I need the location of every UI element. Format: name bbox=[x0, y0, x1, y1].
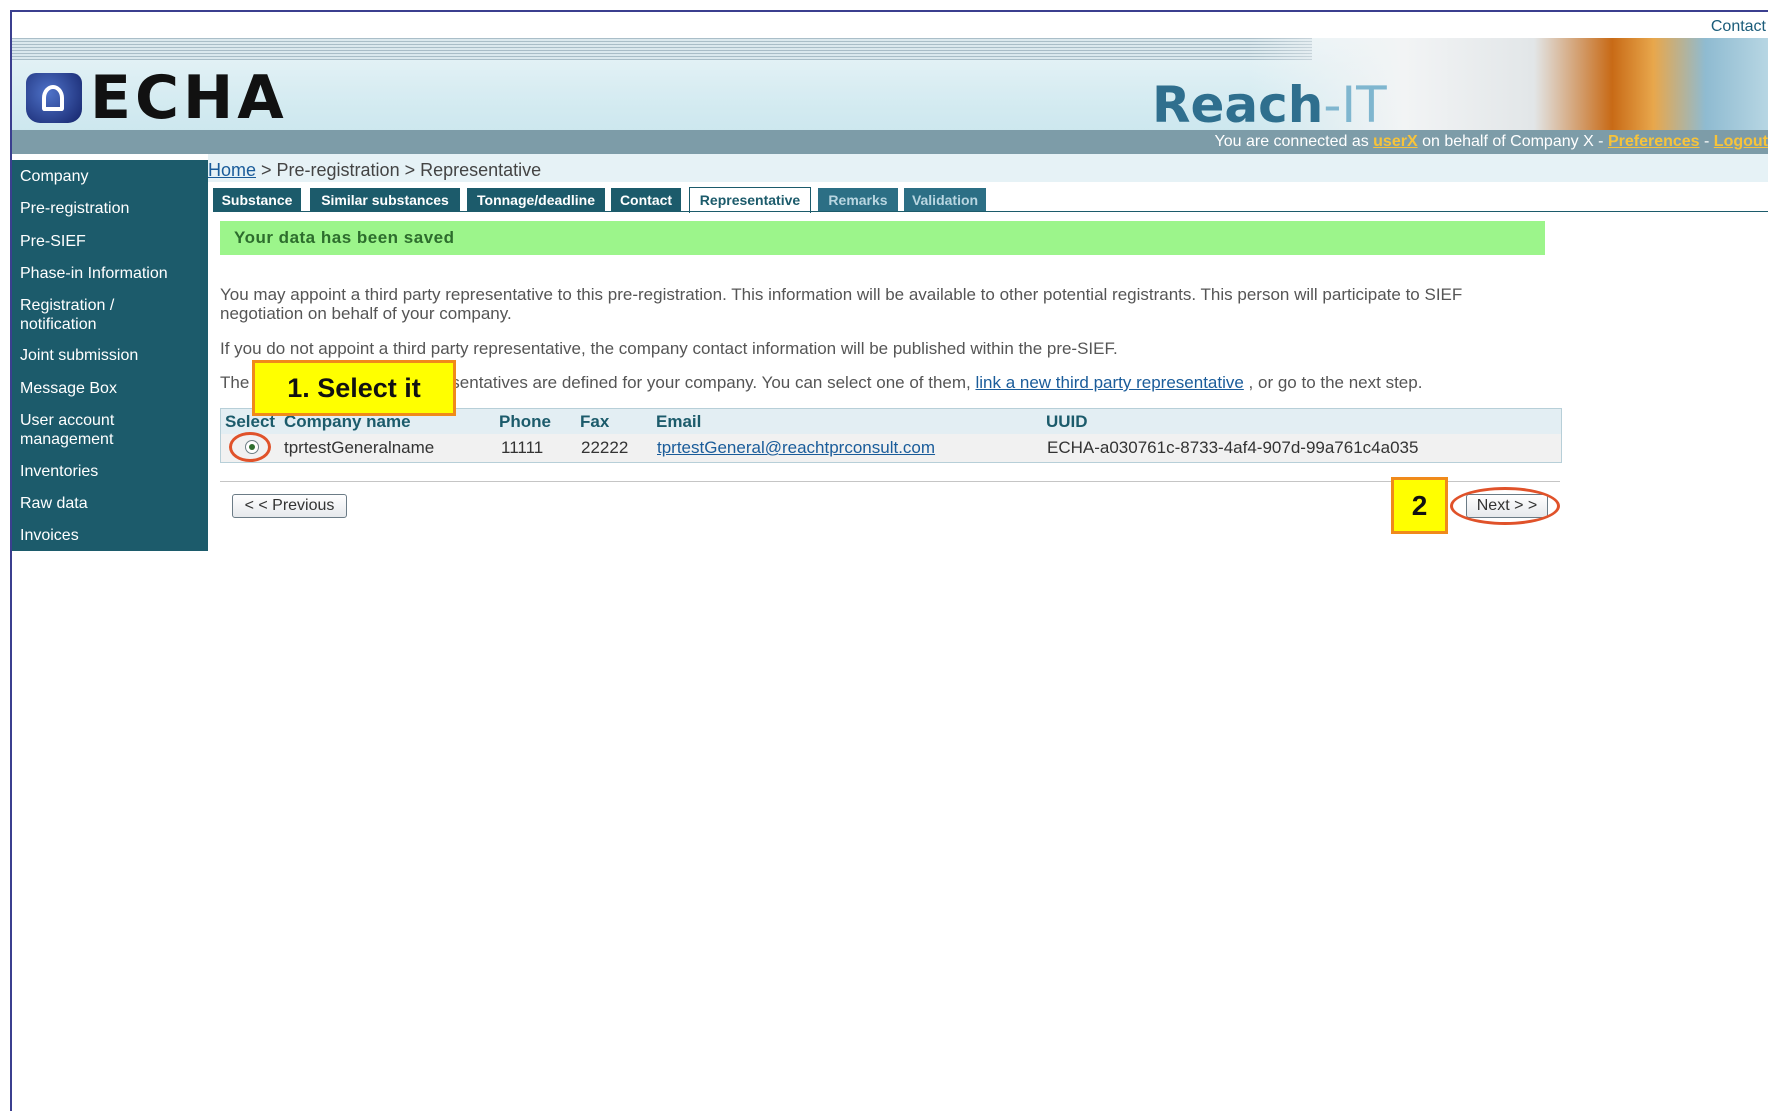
sidebar-item-user-account-management[interactable]: User account management bbox=[16, 411, 118, 449]
echa-logo-text: ECHA bbox=[90, 63, 288, 133]
info-paragraph-2: If you do not appoint a third party repr… bbox=[220, 339, 1118, 358]
echa-logo-icon bbox=[26, 73, 82, 123]
breadcrumb-path: > Pre-registration > Representative bbox=[256, 160, 542, 180]
tab-substance[interactable]: Substance bbox=[213, 188, 301, 212]
cell-phone: 11111 bbox=[501, 438, 544, 457]
connected-mid: on behalf of Company X - bbox=[1417, 133, 1608, 150]
representative-table: Select Company name Phone Fax Email UUID… bbox=[220, 408, 1562, 463]
banner-stripes bbox=[12, 38, 1312, 60]
reach-it-title-suffix: -IT bbox=[1323, 76, 1387, 134]
breadcrumb-home-link[interactable]: Home bbox=[208, 160, 256, 180]
logout-link[interactable]: Logout bbox=[1714, 133, 1768, 150]
select-highlight-ring bbox=[229, 432, 271, 462]
info-paragraph-1: You may appoint a third party representa… bbox=[220, 285, 1463, 323]
sidebar-item-company[interactable]: Company bbox=[16, 167, 92, 186]
tab-remarks[interactable]: Remarks bbox=[818, 188, 898, 212]
tab-validation[interactable]: Validation bbox=[904, 188, 986, 212]
sidebar-item-message-box[interactable]: Message Box bbox=[16, 379, 121, 398]
sidebar-item-raw-data[interactable]: Raw data bbox=[16, 494, 92, 513]
col-uuid: UUID bbox=[1046, 412, 1088, 431]
next-highlight-ring bbox=[1450, 487, 1560, 525]
link-new-representative[interactable]: link a new third party representative bbox=[975, 373, 1243, 392]
sidebar-item-phase-in-information[interactable]: Phase-in Information bbox=[16, 264, 172, 283]
tab-contact[interactable]: Contact bbox=[611, 188, 681, 212]
info-paragraph-3-end: , or go to the next step. bbox=[1243, 373, 1423, 392]
status-separator: - bbox=[1699, 133, 1714, 150]
info-paragraph-3-start: The bbox=[220, 373, 250, 392]
tab-similar-substances[interactable]: Similar substances bbox=[310, 188, 460, 212]
saved-confirmation: Your data has been saved bbox=[220, 221, 1545, 255]
cell-company-name: tprtestGeneralname bbox=[284, 438, 435, 457]
col-email: Email bbox=[656, 412, 702, 431]
sidebar-item-registration-notification[interactable]: Registration / notification bbox=[16, 296, 118, 334]
sidebar-item-pre-sief[interactable]: Pre-SIEF bbox=[16, 232, 90, 251]
user-link[interactable]: userX bbox=[1373, 133, 1417, 150]
window-frame-top bbox=[10, 10, 1768, 12]
sidebar-item-pre-registration[interactable]: Pre-registration bbox=[16, 199, 133, 218]
previous-button[interactable]: < < Previous bbox=[232, 494, 347, 518]
sidebar-item-invoices[interactable]: Invoices bbox=[16, 526, 83, 545]
cell-fax: 22222 bbox=[581, 438, 629, 457]
sidebar-item-joint-submission[interactable]: Joint submission bbox=[16, 346, 142, 365]
callout-step-2: 2 bbox=[1391, 477, 1448, 534]
tab-tonnage-deadline[interactable]: Tonnage/deadline bbox=[467, 188, 605, 212]
col-fax: Fax bbox=[580, 412, 610, 431]
info-paragraph-3-mid: sentatives are defined for your company.… bbox=[451, 373, 976, 392]
contact-link[interactable]: Contact bbox=[1711, 18, 1768, 36]
col-phone: Phone bbox=[499, 412, 551, 431]
cell-uuid: ECHA-a030761c-8733-4af4-907d-99a761c4a03… bbox=[1047, 438, 1419, 457]
callout-step-1: 1. Select it bbox=[252, 360, 456, 416]
sidebar-item-inventories[interactable]: Inventories bbox=[16, 462, 102, 481]
preferences-link[interactable]: Preferences bbox=[1608, 133, 1700, 150]
connection-status-bar: You are connected as userX on behalf of … bbox=[12, 130, 1768, 154]
cell-email: tprtestGeneral@reachtprconsult.com bbox=[657, 438, 935, 458]
tab-representative[interactable]: Representative bbox=[689, 187, 811, 213]
connected-prefix: You are connected as bbox=[1214, 133, 1374, 150]
echa-logo[interactable]: ECHA bbox=[26, 68, 288, 128]
reach-it-title: Reach-IT bbox=[1152, 76, 1387, 134]
tab-underline bbox=[213, 211, 1768, 212]
divider bbox=[220, 481, 1560, 482]
breadcrumb: Home > Pre-registration > Representative bbox=[208, 160, 541, 181]
reach-it-title-main: Reach bbox=[1152, 76, 1324, 134]
email-link[interactable]: tprtestGeneral@reachtprconsult.com bbox=[657, 438, 935, 457]
sidebar: Company Pre-registration Pre-SIEF Phase-… bbox=[12, 160, 208, 551]
